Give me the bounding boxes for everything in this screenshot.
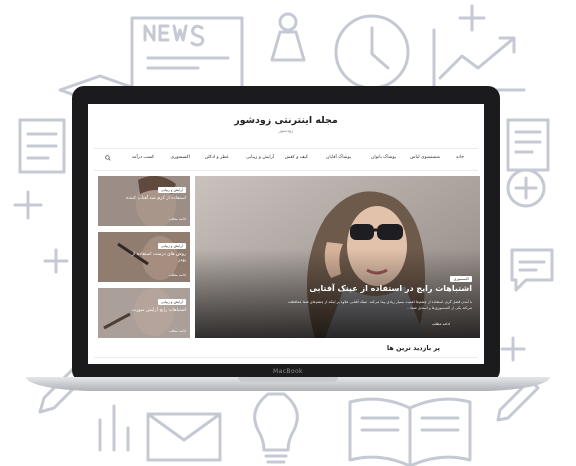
featured-post-excerpt: با آمدن فصل گرم، استفاده از چشم‌ها اهمیت… bbox=[287, 300, 472, 310]
side-post-title[interactable]: اشتباهات رایج آرایش صورت bbox=[126, 308, 186, 314]
nav-item-laundry[interactable]: شستشوی لباس bbox=[410, 155, 440, 160]
nav-divider bbox=[94, 170, 478, 171]
plus-icon bbox=[458, 4, 486, 32]
person-icon bbox=[270, 12, 306, 62]
website-screen: مجله اینترنتی زودشور زودشور خانه شستشوی … bbox=[88, 104, 484, 364]
section-divider bbox=[94, 357, 478, 358]
featured-category-badge[interactable]: اکسسوری bbox=[450, 276, 472, 282]
nav-item-earn-money[interactable]: کسب درآمد bbox=[132, 155, 154, 160]
main-nav: خانه شستشوی لباس پوشاک بانوان پوشاک آقای… bbox=[88, 153, 484, 165]
featured-post-title[interactable]: اشتباهات رایج در استفاده از عینک آفتابی bbox=[282, 284, 472, 293]
lightbulb-icon bbox=[253, 392, 299, 464]
side-post-read-more-link[interactable]: ادامه مطلب bbox=[169, 217, 186, 221]
chat-icon bbox=[510, 248, 554, 292]
side-post-category-badge[interactable]: آرایش و زیبایی bbox=[157, 243, 186, 249]
search-icon[interactable] bbox=[105, 155, 111, 161]
side-post-title[interactable]: روش های درست استفاده از پودر bbox=[126, 252, 186, 264]
nav-item-womens-clothing[interactable]: پوشاک بانوان bbox=[371, 155, 396, 160]
newspaper-icon bbox=[130, 16, 244, 90]
document-icon bbox=[506, 118, 550, 172]
nav-item-home[interactable]: خانه bbox=[456, 155, 464, 160]
side-post-read-more-link[interactable]: ادامه مطلب bbox=[169, 329, 186, 333]
side-post[interactable]: آرایش و زیبایی استفاده از کرم ضد آفتاب ک… bbox=[98, 176, 190, 226]
growth-chart-icon bbox=[432, 28, 526, 92]
nav-item-beauty[interactable]: آرایش و زیبایی bbox=[246, 155, 274, 160]
nav-divider bbox=[94, 148, 478, 149]
plus-icon bbox=[500, 336, 526, 362]
featured-read-more-link[interactable]: ادامه مطلب bbox=[432, 322, 450, 326]
site-tagline: زودشور bbox=[278, 129, 294, 134]
side-post[interactable]: آرایش و زیبایی اشتباهات رایج آرایش صورت … bbox=[98, 288, 190, 338]
site-title[interactable]: مجله اینترنتی زودشور bbox=[88, 115, 484, 126]
nav-item-perfume[interactable]: عطر و ادکلن bbox=[205, 155, 229, 160]
side-post[interactable]: آرایش و زیبایی روش های درست استفاده از پ… bbox=[98, 232, 190, 282]
laptop-notch bbox=[238, 377, 338, 382]
side-post-read-more-link[interactable]: ادامه مطلب bbox=[169, 273, 186, 277]
nav-item-accessories[interactable]: اکسسوری bbox=[171, 155, 190, 160]
nav-item-mens-clothing[interactable]: پوشاک آقایان bbox=[326, 155, 351, 160]
envelope-icon bbox=[146, 412, 222, 462]
side-post-category-badge[interactable]: آرایش و زیبایی bbox=[157, 187, 186, 193]
most-viewed-heading: پر بازدید ترین ها bbox=[386, 344, 440, 352]
document-icon bbox=[18, 118, 66, 174]
bar-chart-icon bbox=[98, 404, 130, 452]
featured-image bbox=[195, 176, 480, 338]
featured-post[interactable]: اکسسوری اشتباهات رایج در استفاده از عینک… bbox=[195, 176, 480, 338]
plus-icon bbox=[43, 248, 69, 274]
book-icon bbox=[348, 397, 472, 466]
clock-icon bbox=[334, 14, 410, 90]
side-post-category-badge[interactable]: آرایش و زیبایی bbox=[157, 299, 186, 305]
add-circle-icon bbox=[506, 168, 546, 208]
laptop-brand-label: MacBook bbox=[273, 368, 303, 375]
side-post-title[interactable]: استفاده از کرم ضد آفتاب کننده bbox=[126, 196, 186, 202]
plus-icon bbox=[13, 190, 43, 220]
nav-item-bags-shoes[interactable]: کیف و کفش bbox=[285, 155, 308, 160]
